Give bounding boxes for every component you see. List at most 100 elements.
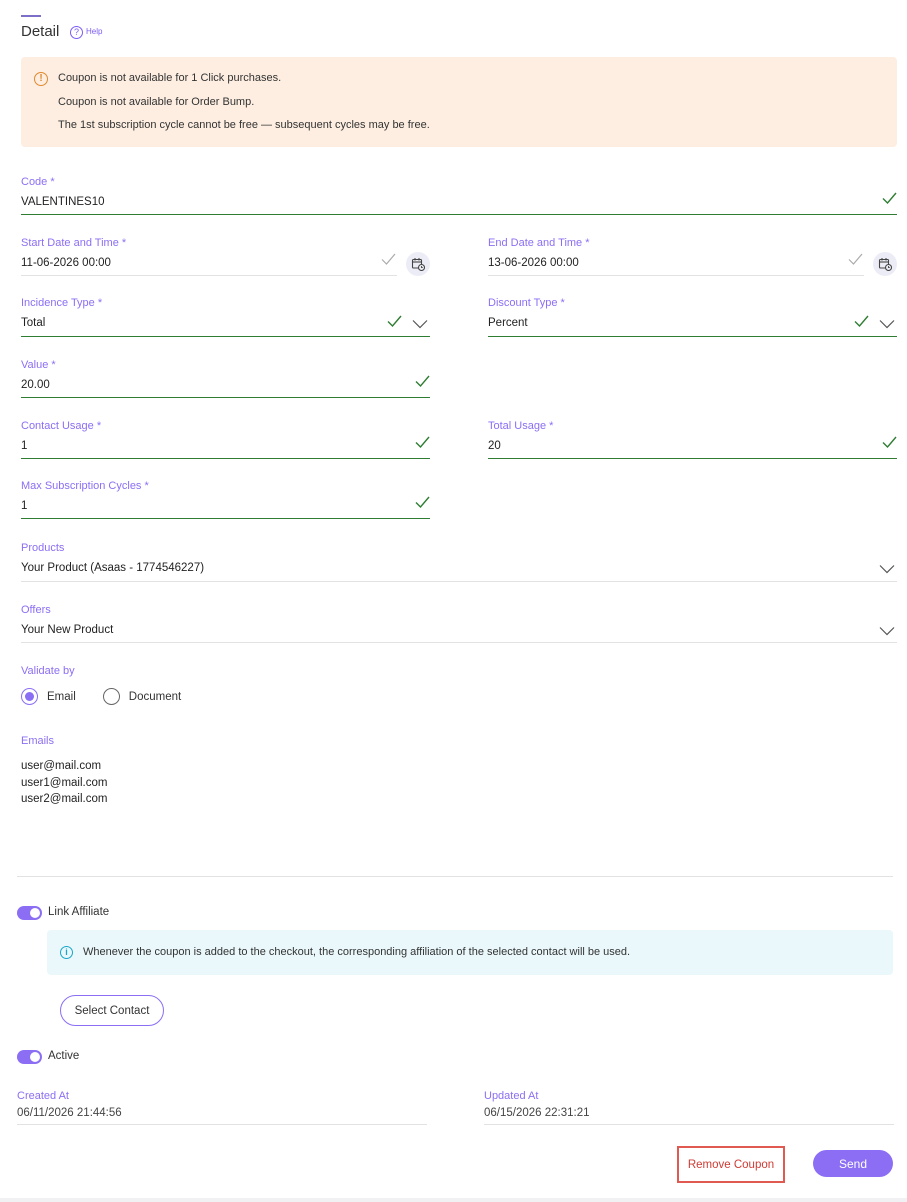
created-at-value: 06/11/2026 21:44:56	[17, 1107, 122, 1119]
chevron-down-icon[interactable]	[879, 626, 895, 636]
active-toggle[interactable]	[17, 1050, 42, 1064]
email-entry: user@mail.com	[21, 760, 102, 772]
check-icon	[415, 374, 430, 388]
radio-email[interactable]	[21, 688, 38, 705]
check-icon	[882, 191, 897, 205]
check-icon	[882, 435, 897, 449]
max-subscription-cycles-field[interactable]: Max Subscription Cycles * 1	[21, 480, 430, 528]
discount-type-value: Percent	[488, 317, 528, 329]
help-link[interactable]: ? Help	[70, 26, 102, 39]
chevron-down-icon[interactable]	[879, 564, 895, 574]
offers-value: Your New Product	[21, 624, 114, 636]
incidence-type-label: Incidence Type *	[21, 297, 103, 309]
tab-indicator	[21, 15, 41, 17]
field-underline	[21, 642, 897, 643]
end-date-field[interactable]: End Date and Time * 13-06-2026 00:00	[488, 237, 864, 285]
field-underline	[21, 458, 430, 459]
email-entry: user2@mail.com	[21, 793, 108, 805]
value-field[interactable]: Value * 20.00	[21, 359, 430, 407]
max-subscription-cycles-input[interactable]: 1	[21, 500, 27, 512]
offers-label: Offers	[21, 604, 51, 616]
code-label: Code *	[21, 176, 55, 188]
end-date-label: End Date and Time *	[488, 237, 590, 249]
check-icon	[415, 495, 430, 509]
total-usage-field[interactable]: Total Usage * 20	[488, 420, 897, 468]
info-alert-text: Whenever the coupon is added to the chec…	[83, 946, 631, 958]
field-underline	[21, 518, 430, 519]
page-title: Detail	[21, 23, 60, 40]
start-date-field[interactable]: Start Date and Time * 11-06-2026 00:00	[21, 237, 397, 285]
chevron-down-icon[interactable]	[412, 319, 428, 329]
email-entry: user1@mail.com	[21, 776, 108, 789]
field-underline	[21, 275, 397, 276]
code-field[interactable]: Code * VALENTINES10	[21, 176, 897, 224]
discount-type-select[interactable]: Discount Type * Percent	[488, 297, 897, 345]
incidence-type-select[interactable]: Incidence Type * Total	[21, 297, 430, 345]
active-label: Active	[48, 1050, 80, 1062]
total-usage-label: Total Usage *	[488, 420, 554, 432]
created-at-label: Created At	[17, 1090, 69, 1102]
max-subscription-cycles-label: Max Subscription Cycles *	[21, 480, 149, 492]
check-icon	[381, 252, 396, 266]
calendar-clock-icon	[411, 257, 425, 271]
discount-type-label: Discount Type *	[488, 297, 565, 309]
remove-coupon-button[interactable]: Remove Coupon	[681, 1150, 781, 1179]
select-contact-button[interactable]: Select Contact	[60, 995, 164, 1026]
check-icon	[415, 435, 430, 449]
validate-by-label: Validate by	[21, 665, 75, 677]
end-date-calendar-button[interactable]	[873, 252, 897, 276]
check-icon	[854, 314, 869, 328]
check-icon	[387, 314, 402, 328]
warning-alert: ! Coupon is not available for 1 Click pu…	[21, 57, 897, 147]
field-underline	[488, 336, 897, 337]
send-button[interactable]: Send	[813, 1150, 893, 1177]
field-underline	[21, 581, 897, 582]
section-divider	[17, 876, 893, 877]
emails-textarea[interactable]: user@mail.com user1@mail.com user2@mail.…	[21, 758, 107, 808]
end-date-input[interactable]: 13-06-2026 00:00	[488, 257, 579, 269]
help-label: Help	[86, 27, 103, 36]
updated-at-field: Updated At 06/15/2026 22:31:21	[484, 1090, 894, 1128]
warning-line: Coupon is not available for 1 Click purc…	[58, 72, 282, 84]
info-circle-icon: i	[60, 946, 73, 959]
value-input[interactable]: 20.00	[21, 379, 50, 391]
radio-email-label[interactable]: Email	[47, 691, 76, 703]
coupon-detail-panel: Detail ? Help ! Coupon is not available …	[0, 0, 907, 1198]
value-label: Value *	[21, 359, 56, 371]
products-value: Your Product (Asaas - 1774546227)	[21, 562, 205, 574]
validate-by-radio-group: Email Document	[21, 688, 208, 705]
updated-at-label: Updated At	[484, 1090, 539, 1102]
link-affiliate-toggle[interactable]	[17, 906, 42, 920]
field-underline	[17, 1124, 427, 1125]
code-input[interactable]: VALENTINES10	[21, 196, 105, 208]
field-underline	[21, 336, 430, 337]
total-usage-input[interactable]: 20	[488, 440, 501, 452]
contact-usage-field[interactable]: Contact Usage * 1	[21, 420, 430, 468]
help-icon: ?	[70, 26, 83, 39]
offers-select[interactable]: Offers Your New Product	[21, 604, 897, 652]
warning-line: The 1st subscription cycle cannot be fre…	[58, 119, 430, 131]
products-label: Products	[21, 542, 65, 554]
contact-usage-label: Contact Usage *	[21, 420, 102, 432]
link-affiliate-label: Link Affiliate	[48, 906, 110, 918]
incidence-type-value: Total	[21, 317, 46, 329]
updated-at-value: 06/15/2026 22:31:21	[484, 1107, 590, 1119]
check-icon	[848, 252, 863, 266]
chevron-down-icon[interactable]	[879, 319, 895, 329]
field-underline	[488, 458, 897, 459]
start-date-calendar-button[interactable]	[406, 252, 430, 276]
start-date-input[interactable]: 11-06-2026 00:00	[21, 257, 111, 269]
field-underline	[488, 275, 864, 276]
emails-label: Emails	[21, 735, 55, 747]
radio-document-label[interactable]: Document	[129, 691, 181, 703]
start-date-label: Start Date and Time *	[21, 237, 127, 249]
warning-line: Coupon is not available for Order Bump.	[58, 96, 255, 108]
products-select[interactable]: Products Your Product (Asaas - 177454622…	[21, 542, 897, 590]
field-underline	[21, 397, 430, 398]
radio-document[interactable]	[102, 688, 120, 705]
created-at-field: Created At 06/11/2026 21:44:56	[17, 1090, 427, 1128]
contact-usage-input[interactable]: 1	[21, 440, 27, 452]
calendar-clock-icon	[878, 257, 892, 271]
warning-circle-icon: !	[34, 72, 48, 86]
field-underline	[484, 1124, 894, 1125]
